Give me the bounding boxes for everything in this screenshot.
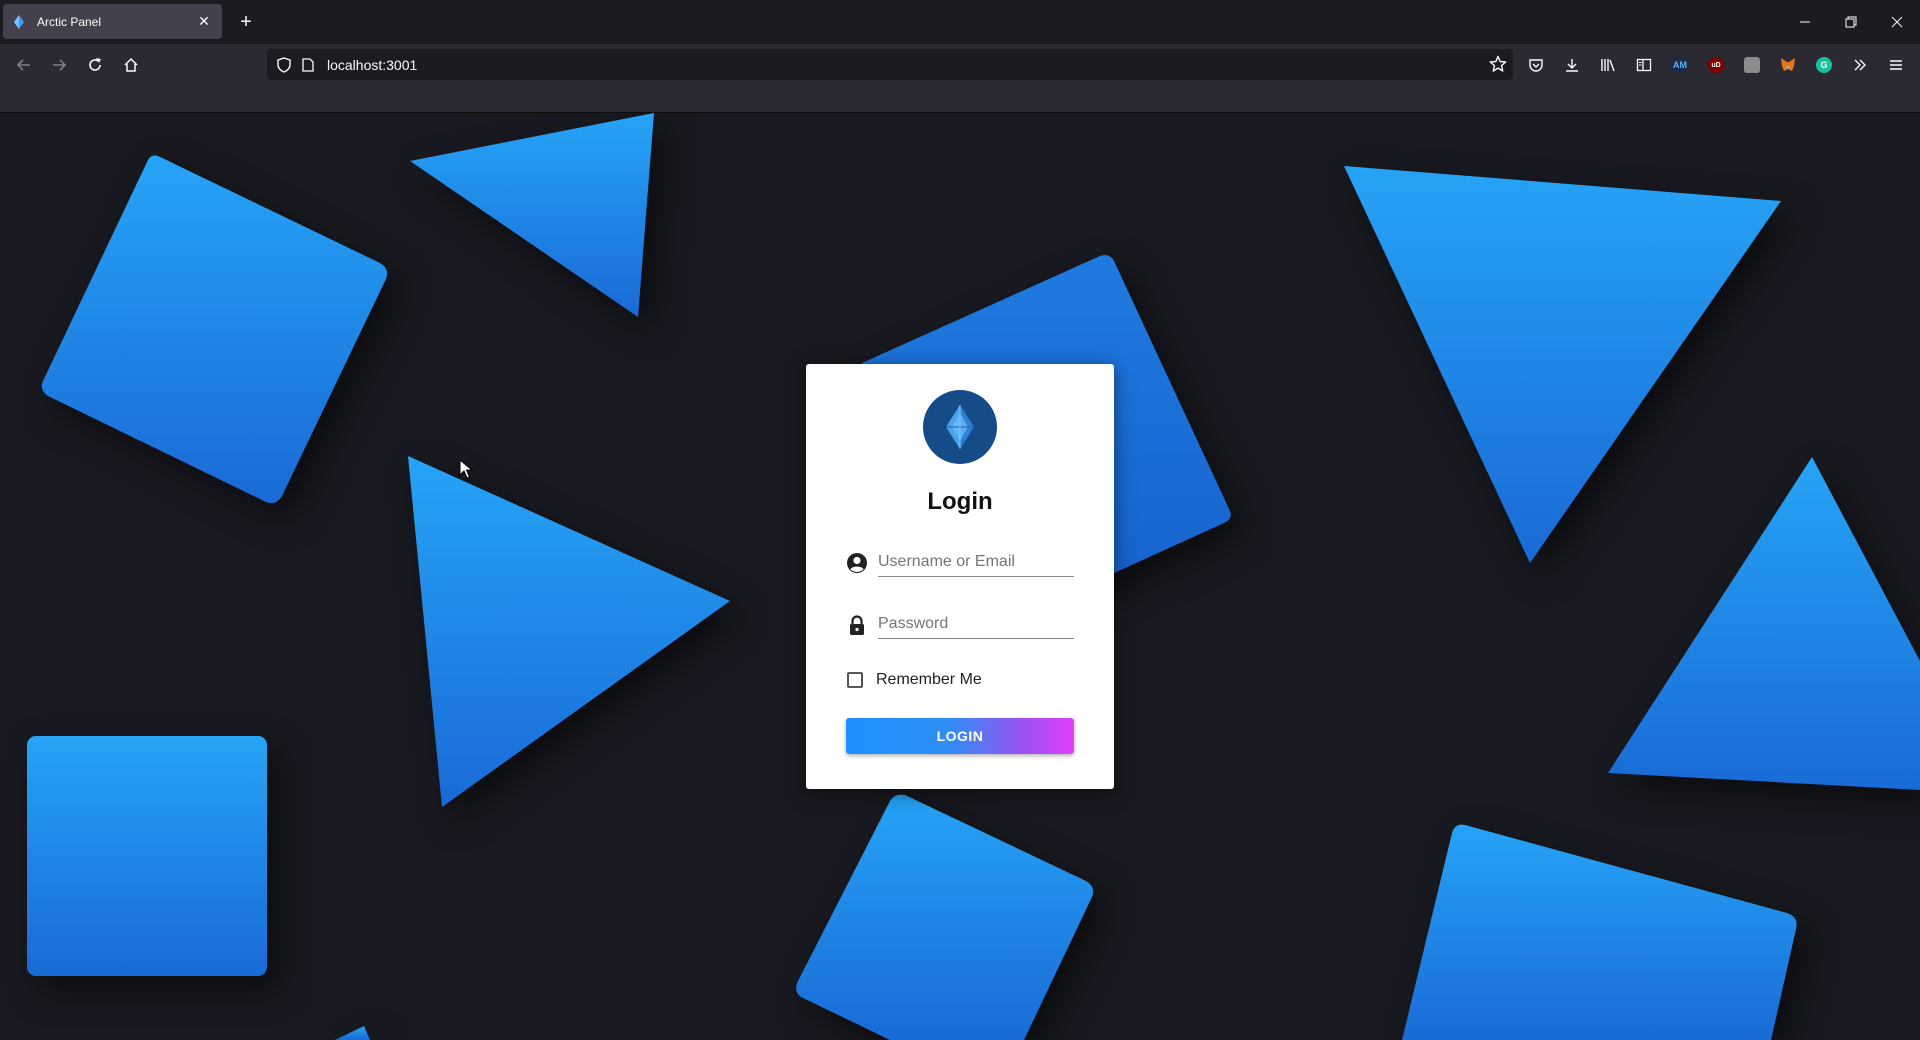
window-close-icon[interactable] xyxy=(1887,12,1907,32)
login-button[interactable]: LOGIN xyxy=(846,718,1074,754)
user-circle-icon xyxy=(847,553,867,573)
overflow-chevrons-icon[interactable] xyxy=(1849,54,1871,76)
reload-icon[interactable] xyxy=(83,53,107,77)
address-bar[interactable]: localhost:3001 xyxy=(267,49,1513,80)
forward-arrow-icon[interactable] xyxy=(47,53,71,77)
pocket-icon[interactable] xyxy=(1525,54,1547,76)
minimize-icon[interactable] xyxy=(1795,12,1815,32)
password-row xyxy=(846,609,1074,643)
login-card: Login Remember Me xyxy=(806,364,1114,789)
username-row xyxy=(846,547,1074,581)
lock-icon xyxy=(850,615,864,635)
navigation-toolbar: localhost:3001 AM uD G xyxy=(0,44,1920,85)
extension-grey-icon[interactable] xyxy=(1741,54,1763,76)
extension-am-icon[interactable]: AM xyxy=(1669,54,1691,76)
login-title: Login xyxy=(927,488,993,515)
shield-icon[interactable] xyxy=(275,56,293,74)
remember-me-row[interactable]: Remember Me xyxy=(846,668,982,692)
tab-strip: Arctic Panel ✕ + xyxy=(0,0,1920,44)
new-tab-plus-icon[interactable]: + xyxy=(236,10,256,34)
remember-me-label[interactable]: Remember Me xyxy=(876,671,982,689)
browser-window: Arctic Panel ✕ + localhost:3001 AM uD G … xyxy=(0,0,1920,1040)
library-icon[interactable] xyxy=(1597,54,1619,76)
page-info-icon[interactable] xyxy=(299,56,317,74)
password-input[interactable] xyxy=(878,609,1074,639)
sidebar-icon[interactable] xyxy=(1633,54,1655,76)
ublock-icon[interactable]: uD xyxy=(1705,54,1727,76)
tab-title: Arctic Panel xyxy=(37,14,102,29)
url-text[interactable]: localhost:3001 xyxy=(327,57,417,73)
bookmarks-toolbar xyxy=(0,85,1920,113)
mouse-cursor-icon xyxy=(459,459,473,479)
login-page: Login Remember Me xyxy=(0,113,1920,1040)
tab-close-icon[interactable]: ✕ xyxy=(196,13,212,30)
grammarly-icon[interactable]: G xyxy=(1813,54,1835,76)
restore-icon[interactable] xyxy=(1841,12,1861,32)
bookmark-star-icon[interactable] xyxy=(1489,55,1507,73)
home-icon[interactable] xyxy=(119,53,143,77)
tab-arctic-panel[interactable]: Arctic Panel ✕ xyxy=(3,4,222,39)
back-arrow-icon[interactable] xyxy=(12,53,36,77)
hamburger-menu-icon[interactable] xyxy=(1885,54,1907,76)
download-icon[interactable] xyxy=(1561,54,1583,76)
arctic-crystal-logo-icon xyxy=(923,390,997,464)
crystal-favicon-icon xyxy=(14,14,24,29)
remember-me-checkbox[interactable] xyxy=(847,672,863,688)
username-input[interactable] xyxy=(878,547,1074,577)
metamask-fox-icon[interactable] xyxy=(1777,54,1799,76)
